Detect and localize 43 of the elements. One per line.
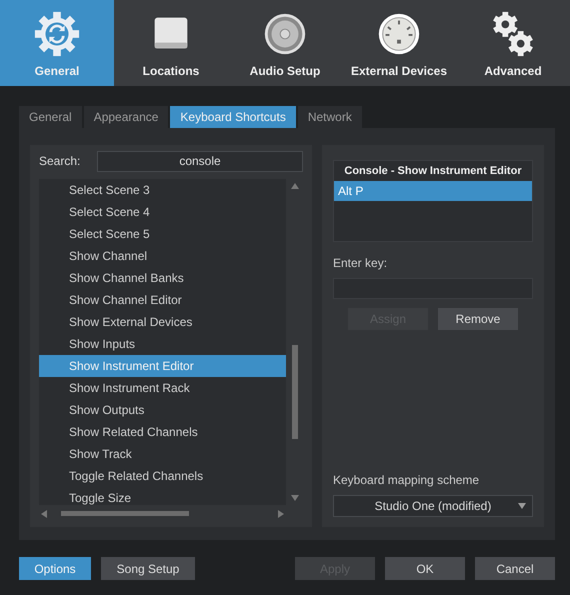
shortcut-button[interactable]: Remove — [438, 308, 518, 330]
scroll-right-icon[interactable] — [278, 510, 284, 518]
category-label: General — [34, 64, 80, 78]
category-label: Locations — [142, 64, 200, 78]
command-item[interactable]: Toggle Size — [39, 487, 286, 505]
category-tab[interactable]: External Devices — [342, 0, 456, 86]
footer-button[interactable]: Song Setup — [101, 557, 195, 580]
command-item[interactable]: Show Inputs — [39, 333, 286, 355]
command-item[interactable]: Show Outputs — [39, 399, 286, 421]
command-item[interactable]: Show Instrument Rack — [39, 377, 286, 399]
scroll-down-icon[interactable] — [291, 495, 299, 501]
category-label: External Devices — [350, 64, 448, 78]
command-item[interactable]: Show Related Channels — [39, 421, 286, 443]
command-item[interactable]: Show Track — [39, 443, 286, 465]
category-tab[interactable]: Advanced — [456, 0, 570, 86]
command-item[interactable]: Toggle Related Channels — [39, 465, 286, 487]
command-item[interactable]: Show Channel Editor — [39, 289, 286, 311]
scroll-left-icon[interactable] — [41, 510, 47, 518]
footer-button[interactable]: Cancel — [475, 557, 555, 580]
scroll-up-icon[interactable] — [291, 183, 299, 189]
shortcut-item[interactable]: Alt P — [334, 181, 532, 201]
command-item[interactable]: Show External Devices — [39, 311, 286, 333]
category-tab[interactable]: Locations — [114, 0, 228, 86]
category-tab[interactable]: Audio Setup — [228, 0, 342, 86]
tab[interactable]: General — [19, 106, 82, 128]
tab[interactable]: Appearance — [84, 106, 168, 128]
scheme-dropdown[interactable]: Studio One (modified) — [333, 495, 533, 517]
command-item[interactable]: Show Channel Banks — [39, 267, 286, 289]
search-field[interactable]: console — [97, 150, 303, 172]
gear-sync-icon — [33, 10, 81, 58]
category-label: Audio Setup — [250, 64, 320, 78]
search-label: Search: — [39, 154, 82, 168]
command-item[interactable]: Show Channel — [39, 245, 286, 267]
command-item[interactable]: Select Scene 5 — [39, 223, 286, 245]
footer-button[interactable]: OK — [385, 557, 465, 580]
shortcut-title: Console - Show Instrument Editor — [343, 164, 523, 179]
scheme-label: Keyboard mapping scheme — [333, 473, 480, 487]
command-item[interactable]: Select Scene 3 — [39, 179, 286, 201]
enter-key-label: Enter key: — [333, 256, 388, 270]
tab[interactable]: Network — [298, 106, 362, 128]
command-item[interactable]: Select Scene 4 — [39, 201, 286, 223]
dropdown-arrow-icon — [518, 503, 526, 509]
category-label: Advanced — [484, 64, 542, 78]
